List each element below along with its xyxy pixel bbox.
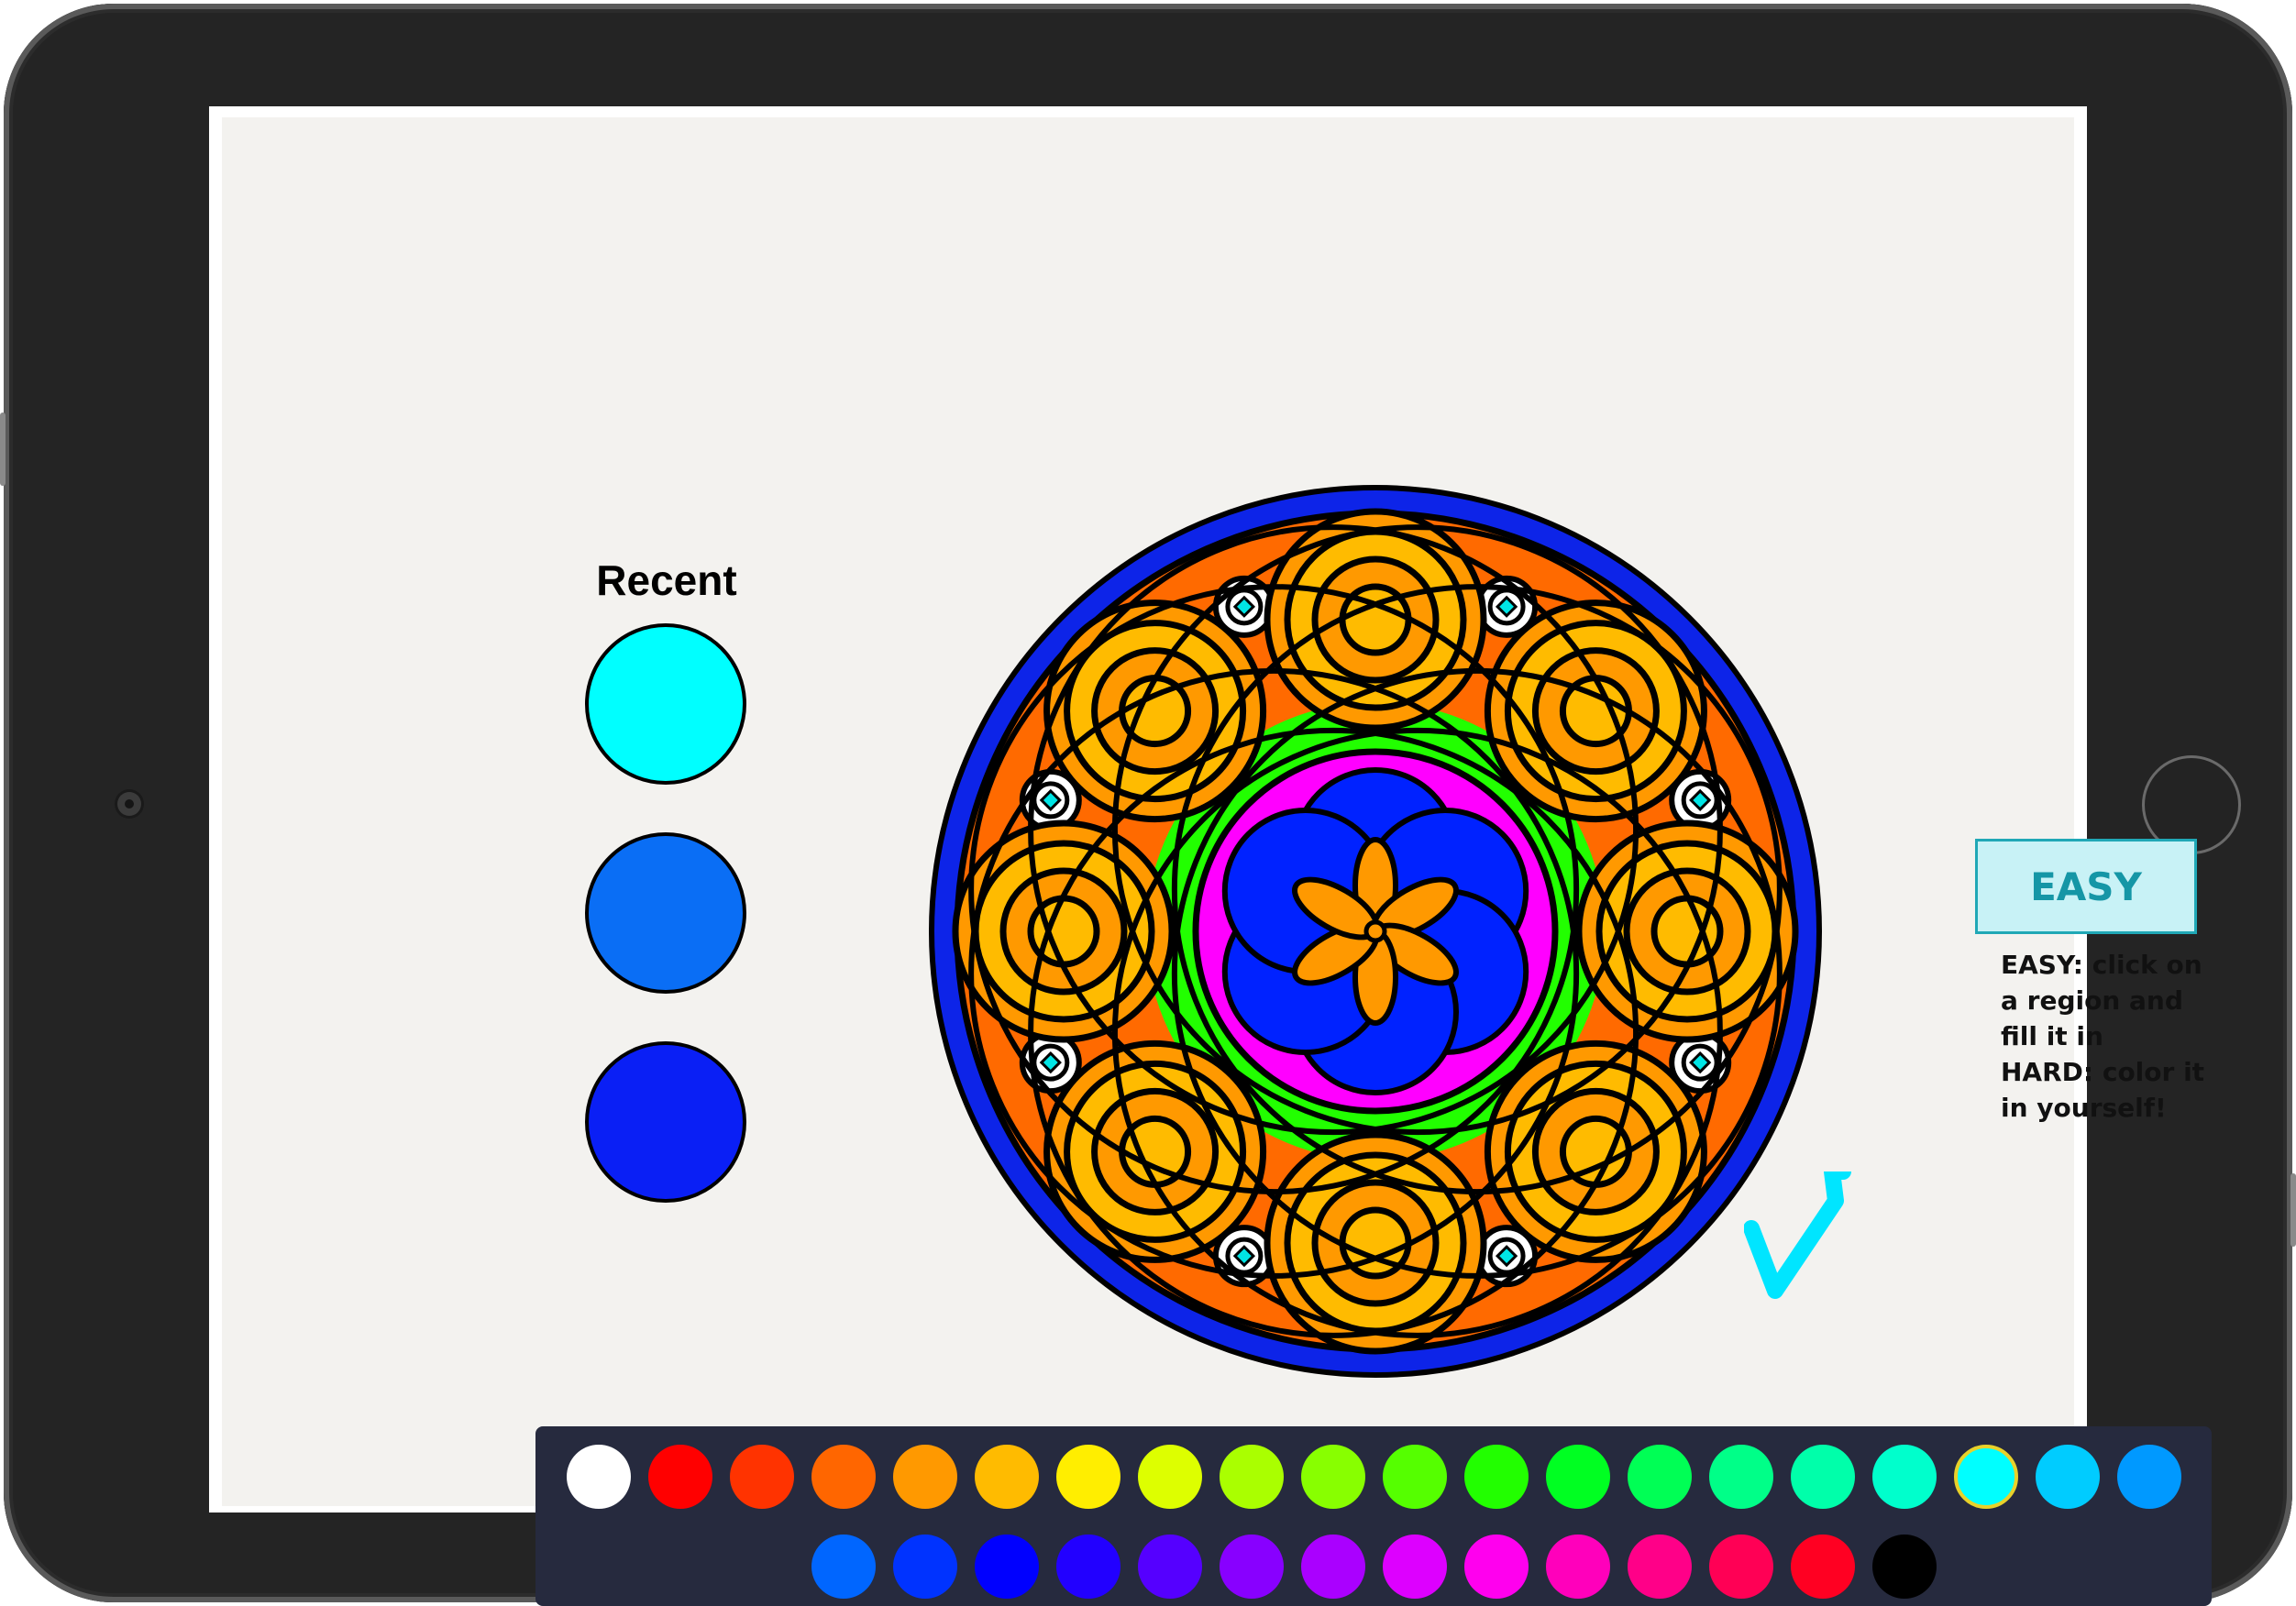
help-line: fill it in	[2001, 1021, 2103, 1051]
palette-color-swatch[interactable]	[1627, 1534, 1692, 1599]
palette-color-swatch[interactable]	[974, 1534, 1039, 1599]
palette-color-swatch[interactable]	[1137, 1445, 1202, 1509]
help-line: in yourself!	[2001, 1093, 2167, 1123]
app-canvas: Recent EASY EASY: click on a region and …	[222, 117, 2212, 1606]
center-dot[interactable]	[1363, 919, 1387, 943]
palette-color-swatch[interactable]	[1871, 1534, 1937, 1599]
volume-button[interactable]	[0, 412, 6, 486]
palette-color-swatch[interactable]	[1219, 1534, 1284, 1599]
palette-color-swatch[interactable]	[892, 1534, 957, 1599]
palette-color-swatch[interactable]	[1382, 1445, 1447, 1509]
check-icon[interactable]	[1744, 1172, 1854, 1300]
palette-color-swatch[interactable]	[1055, 1534, 1120, 1599]
help-line: EASY: click on	[2001, 950, 2202, 980]
palette-color-swatch[interactable]	[566, 1445, 631, 1509]
easy-mode-button[interactable]: EASY	[1975, 839, 2197, 934]
palette-color-swatch[interactable]	[1708, 1445, 1773, 1509]
palette-color-swatch[interactable]	[1790, 1445, 1855, 1509]
palette-color-swatch[interactable]	[1300, 1534, 1365, 1599]
palette-row	[535, 1534, 2212, 1599]
help-line: HARD: color it	[2001, 1057, 2205, 1087]
screen: Recent EASY EASY: click on a region and …	[209, 106, 2212, 1606]
recent-color-swatch[interactable]	[585, 623, 746, 785]
palette-color-swatch[interactable]	[1463, 1445, 1529, 1509]
palette-color-swatch[interactable]	[1300, 1445, 1365, 1509]
palette-color-swatch[interactable]	[1055, 1445, 1120, 1509]
help-line: a region and	[2001, 985, 2183, 1016]
recent-color-swatch[interactable]	[585, 832, 746, 994]
palette-color-swatch[interactable]	[892, 1445, 957, 1509]
palette-color-swatch[interactable]	[2116, 1445, 2181, 1509]
power-button[interactable]	[2290, 1173, 2296, 1247]
palette-color-swatch[interactable]	[1545, 1534, 1610, 1599]
palette-color-swatch[interactable]	[1708, 1534, 1773, 1599]
palette-color-swatch[interactable]	[1219, 1445, 1284, 1509]
recent-title: Recent	[596, 556, 737, 604]
palette-color-swatch[interactable]	[1382, 1534, 1447, 1599]
palette-color-swatch[interactable]	[1137, 1534, 1202, 1599]
palette-color-swatch[interactable]	[2035, 1445, 2100, 1509]
palette-color-swatch[interactable]	[811, 1445, 876, 1509]
palette-color-swatch[interactable]	[647, 1445, 712, 1509]
palette-row	[535, 1445, 2212, 1509]
palette-color-swatch[interactable]	[1953, 1445, 2018, 1509]
palette-color-swatch[interactable]	[729, 1445, 794, 1509]
camera-icon	[117, 792, 141, 816]
palette-color-swatch[interactable]	[974, 1445, 1039, 1509]
palette-color-swatch[interactable]	[1545, 1445, 1610, 1509]
palette-color-swatch[interactable]	[811, 1534, 876, 1599]
color-palette	[535, 1426, 2212, 1606]
mandala-drawing[interactable]	[928, 484, 1823, 1379]
palette-color-swatch[interactable]	[1790, 1534, 1855, 1599]
mode-help-text: EASY: click on a region and fill it in H…	[2001, 947, 2205, 1126]
tablet-frame: Recent EASY EASY: click on a region and …	[4, 4, 2292, 1606]
palette-color-swatch[interactable]	[1871, 1445, 1937, 1509]
palette-color-swatch[interactable]	[1463, 1534, 1529, 1599]
recent-color-swatch[interactable]	[585, 1041, 746, 1203]
palette-color-swatch[interactable]	[1627, 1445, 1692, 1509]
